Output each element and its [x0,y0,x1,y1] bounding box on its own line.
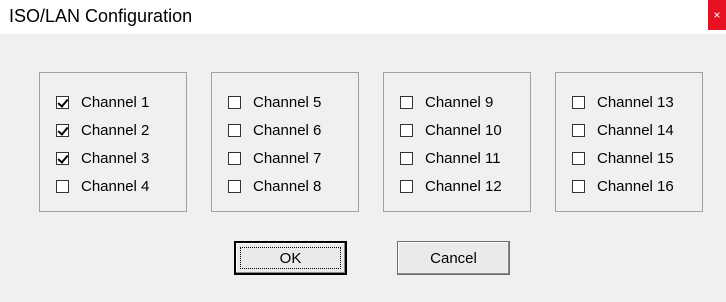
channel-checkbox-item[interactable]: Channel 3 [56,149,149,167]
title-bar: ISO/LAN Configuration × [0,0,726,34]
channel-label: Channel 2 [81,121,150,139]
channel-checkbox-item[interactable]: Channel 14 [572,121,674,139]
checkbox-unchecked-icon[interactable] [572,179,585,193]
channel-checkbox-item[interactable]: Channel 6 [228,121,321,139]
channel-checkbox-item[interactable]: Channel 10 [400,121,502,139]
channel-label: Channel 11 [425,149,501,167]
channel-label: Channel 16 [597,177,674,195]
channel-label: Channel 1 [81,93,150,111]
channel-group-1: Channel 1 Channel 2 Channel 3 Channel 4 [39,72,187,212]
channel-checkbox-item[interactable]: Channel 4 [56,177,149,195]
channel-label: Channel 13 [597,93,674,111]
channel-checkbox-item[interactable]: Channel 9 [400,93,493,111]
channel-checkbox-item[interactable]: Channel 2 [56,121,149,139]
checkbox-unchecked-icon[interactable] [400,179,413,193]
checkbox-checked-icon[interactable] [56,123,69,137]
channel-label: Channel 7 [253,149,322,167]
checkbox-checked-icon[interactable] [56,95,69,109]
channel-label: Channel 3 [81,149,150,167]
channel-checkbox-item[interactable]: Channel 11 [400,149,501,167]
channel-label: Channel 6 [253,121,322,139]
channel-label: Channel 14 [597,121,674,139]
channel-checkbox-item[interactable]: Channel 16 [572,177,674,195]
channel-label: Channel 10 [425,121,502,139]
close-button[interactable]: × [708,0,726,30]
checkbox-unchecked-icon[interactable] [400,123,413,137]
channel-checkbox-item[interactable]: Channel 12 [400,177,502,195]
checkbox-unchecked-icon[interactable] [400,151,413,165]
channel-checkbox-item[interactable]: Channel 1 [56,93,149,111]
channel-label: Channel 15 [597,149,674,167]
cancel-button-label: Cancel [430,249,477,267]
channel-group-4: Channel 13 Channel 14 Channel 15 Channel 16 [555,72,703,212]
checkbox-checked-icon[interactable] [56,151,69,165]
channel-checkbox-item[interactable]: Channel 15 [572,149,674,167]
ok-button[interactable]: OK [234,241,347,275]
checkbox-unchecked-icon[interactable] [228,151,241,165]
checkbox-unchecked-icon[interactable] [228,123,241,137]
channel-checkbox-item[interactable]: Channel 5 [228,93,321,111]
ok-button-label: OK [279,249,302,267]
channel-checkbox-item[interactable]: Channel 13 [572,93,674,111]
window-title: ISO/LAN Configuration [9,6,193,26]
checkbox-unchecked-icon[interactable] [228,95,241,109]
channel-checkbox-item[interactable]: Channel 8 [228,177,321,195]
cancel-button[interactable]: Cancel [397,241,510,275]
channel-label: Channel 4 [81,177,150,195]
close-icon: × [713,8,721,22]
channel-checkbox-item[interactable]: Channel 7 [228,149,321,167]
channel-label: Channel 12 [425,177,502,195]
channel-group-3: Channel 9 Channel 10 Channel 11 Channel 12 [383,72,531,212]
checkbox-unchecked-icon[interactable] [228,179,241,193]
channel-label: Channel 8 [253,177,322,195]
channel-label: Channel 9 [425,93,494,111]
checkbox-unchecked-icon[interactable] [56,179,69,193]
checkbox-unchecked-icon[interactable] [572,95,585,109]
channel-group-2: Channel 5 Channel 6 Channel 7 Channel 8 [211,72,359,212]
checkbox-unchecked-icon[interactable] [572,151,585,165]
channel-label: Channel 5 [253,93,322,111]
checkbox-unchecked-icon[interactable] [572,123,585,137]
checkbox-unchecked-icon[interactable] [400,95,413,109]
